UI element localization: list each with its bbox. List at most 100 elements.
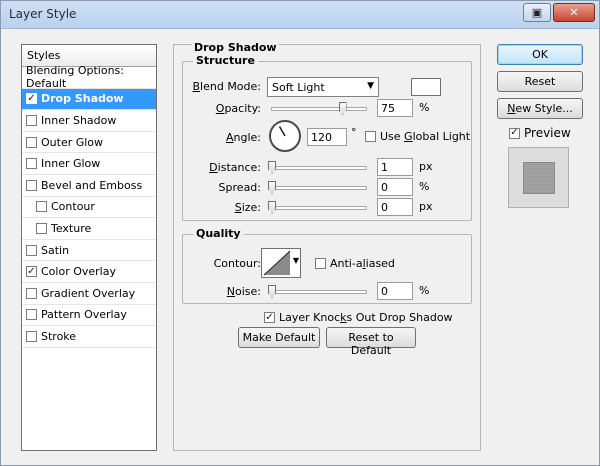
style-item-color-overlay[interactable]: Color Overlay	[22, 261, 156, 283]
preview-checkbox[interactable]	[509, 127, 520, 139]
anti-aliased-toggle[interactable]: Anti-aliased	[315, 257, 395, 270]
spread-slider-handle[interactable]	[268, 181, 276, 194]
noise-label: Noise:	[226, 285, 261, 298]
new-style-button[interactable]: New Style...	[497, 98, 583, 119]
style-preview-thumbnail	[508, 147, 569, 208]
size-slider-handle[interactable]	[268, 201, 276, 214]
drop-shadow-panel: Drop Shadow Structure Blend Mode: Soft L…	[173, 41, 481, 451]
style-item-inner-shadow[interactable]: Inner Shadow	[22, 110, 156, 132]
global-light-checkbox[interactable]	[365, 131, 376, 142]
global-light-label: Use Global Light	[380, 130, 471, 143]
opacity-input[interactable]: 75	[377, 99, 413, 117]
contour-label: Contour:	[213, 257, 261, 270]
style-item-checkbox[interactable]	[26, 287, 37, 299]
style-item-checkbox[interactable]	[26, 158, 37, 170]
angle-dial[interactable]	[269, 120, 301, 152]
distance-unit: px	[419, 160, 433, 173]
styles-list: Styles Blending Options: DefaultDrop Sha…	[21, 44, 157, 451]
quality-title: Quality	[193, 227, 244, 240]
style-item-stroke[interactable]: Stroke	[22, 326, 156, 348]
style-item-texture[interactable]: Texture	[22, 218, 156, 240]
style-item-label: Inner Shadow	[41, 113, 117, 127]
knockout-checkbox[interactable]	[264, 312, 275, 323]
style-item-checkbox[interactable]	[26, 244, 37, 256]
layer-style-dialog: Layer Style ▣ ✕ Styles Blending Options:…	[0, 0, 600, 466]
style-item-blending-options-default[interactable]: Blending Options: Default	[22, 64, 156, 91]
chevron-down-icon: ▼	[367, 81, 374, 91]
style-item-checkbox[interactable]	[26, 93, 37, 105]
spread-slider[interactable]	[268, 181, 367, 194]
distance-input[interactable]: 1	[377, 158, 413, 176]
opacity-slider[interactable]	[271, 102, 367, 115]
style-item-drop-shadow[interactable]: Drop Shadow	[22, 88, 156, 111]
spread-label: Spread:	[218, 181, 261, 194]
reset-button[interactable]: Reset	[497, 71, 583, 92]
preview-label: Preview	[524, 126, 571, 140]
distance-slider-handle[interactable]	[268, 161, 276, 174]
style-item-label: Satin	[41, 243, 70, 257]
opacity-slider-handle[interactable]	[338, 102, 347, 115]
global-light-toggle[interactable]: Use Global Light	[365, 130, 470, 143]
style-item-checkbox[interactable]	[36, 201, 47, 213]
size-unit: px	[419, 200, 433, 213]
style-item-contour[interactable]: Contour	[22, 197, 156, 219]
anti-aliased-checkbox[interactable]	[315, 258, 326, 269]
close-icon[interactable]: ✕	[553, 3, 595, 22]
size-label: Size:	[234, 201, 261, 214]
style-item-label: Contour	[51, 200, 95, 214]
knockout-toggle[interactable]: Layer Knocks Out Drop Shadow	[264, 311, 453, 324]
style-item-outer-glow[interactable]: Outer Glow	[22, 132, 156, 154]
opacity-unit: %	[419, 101, 430, 114]
style-item-checkbox[interactable]	[36, 222, 47, 234]
distance-slider[interactable]	[268, 161, 367, 174]
distance-label: Distance:	[209, 161, 261, 174]
blend-mode-label: Blend Mode:	[192, 80, 262, 93]
title-bar: Layer Style ▣ ✕	[1, 1, 599, 29]
contour-picker[interactable]: ▼	[261, 248, 301, 278]
help-icon[interactable]: ▣	[523, 3, 551, 22]
style-item-checkbox[interactable]	[26, 266, 37, 278]
style-item-gradient-overlay[interactable]: Gradient Overlay	[22, 283, 156, 305]
style-item-label: Outer Glow	[41, 135, 104, 149]
style-item-inner-glow[interactable]: Inner Glow	[22, 153, 156, 175]
size-slider[interactable]	[268, 201, 367, 214]
panel-title: Drop Shadow	[192, 41, 279, 54]
preview-toggle[interactable]: Preview	[509, 126, 571, 140]
style-item-checkbox[interactable]	[26, 114, 37, 126]
window-title: Layer Style	[9, 7, 77, 21]
noise-slider[interactable]	[268, 285, 367, 298]
noise-unit: %	[419, 284, 430, 297]
contour-dropdown-icon[interactable]: ▼	[293, 256, 299, 265]
structure-group: Structure Blend Mode: Soft Light ▼ Opaci…	[182, 54, 472, 221]
angle-label: Angle:	[225, 131, 261, 144]
style-item-label: Color Overlay	[41, 265, 116, 279]
angle-unit: °	[351, 126, 357, 139]
style-item-label: Pattern Overlay	[41, 308, 127, 322]
anti-aliased-label: Anti-aliased	[330, 257, 395, 270]
make-default-button[interactable]: Make Default	[238, 327, 320, 348]
style-item-checkbox[interactable]	[26, 309, 37, 321]
blend-mode-select[interactable]: Soft Light ▼	[267, 77, 379, 97]
style-item-pattern-overlay[interactable]: Pattern Overlay	[22, 305, 156, 327]
reset-to-default-button[interactable]: Reset to Default	[326, 327, 416, 357]
shadow-color-swatch[interactable]	[411, 78, 441, 96]
noise-slider-handle[interactable]	[268, 285, 276, 298]
spread-input[interactable]: 0	[377, 178, 413, 196]
style-item-label: Inner Glow	[41, 157, 101, 171]
ok-button[interactable]: OK	[497, 44, 583, 65]
style-item-checkbox[interactable]	[26, 179, 37, 191]
spread-unit: %	[419, 180, 430, 193]
style-item-bevel-and-emboss[interactable]: Bevel and Emboss	[22, 175, 156, 197]
style-item-label: Blending Options: Default	[26, 64, 124, 91]
size-input[interactable]: 0	[377, 198, 413, 216]
style-item-satin[interactable]: Satin	[22, 240, 156, 262]
structure-title: Structure	[193, 54, 258, 67]
angle-input[interactable]: 120	[307, 128, 347, 146]
quality-group: Quality Contour: ▼ Anti-aliased Noise: 0…	[182, 227, 472, 304]
style-item-checkbox[interactable]	[26, 330, 37, 342]
style-item-label: Bevel and Emboss	[41, 178, 143, 192]
opacity-label: Opacity:	[215, 102, 261, 115]
style-item-checkbox[interactable]	[26, 136, 37, 148]
noise-input[interactable]: 0	[377, 282, 413, 300]
style-item-label: Gradient Overlay	[41, 286, 136, 300]
